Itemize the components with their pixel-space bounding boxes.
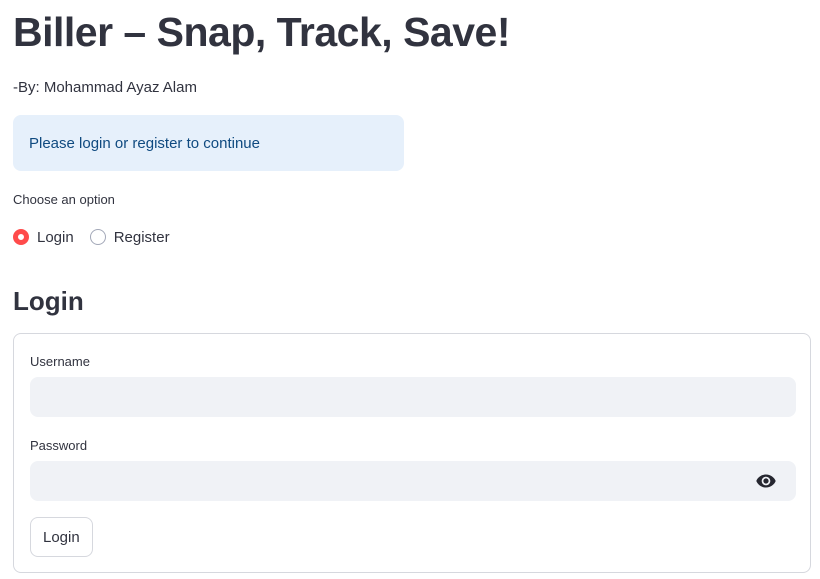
- author-byline: -By: Mohammad Ayaz Alam: [13, 79, 197, 96]
- auth-mode-label: Choose an option: [13, 192, 115, 207]
- info-alert-text: Please login or register to continue: [29, 134, 260, 152]
- radio-unselected-indicator[interactable]: [89, 229, 106, 245]
- login-submit-button[interactable]: Login: [30, 517, 93, 557]
- username-label: Username: [30, 354, 90, 369]
- auth-mode-radio-group: Login Register: [13, 226, 170, 248]
- login-form: Username Password Login: [13, 333, 811, 573]
- radio-option-register[interactable]: Register: [89, 228, 170, 246]
- password-input[interactable]: [30, 461, 796, 501]
- login-section-heading: Login: [13, 286, 84, 316]
- radio-option-login-label: Login: [37, 228, 74, 246]
- password-visibility-toggle[interactable]: [748, 461, 784, 501]
- eye-icon: [756, 474, 776, 488]
- username-input[interactable]: [30, 377, 796, 417]
- radio-option-login[interactable]: Login: [13, 229, 74, 246]
- radio-option-register-label: Register: [113, 228, 170, 246]
- radio-selected-indicator[interactable]: [13, 229, 29, 245]
- page-title: Biller – Snap, Track, Save!: [13, 9, 510, 55]
- info-alert: Please login or register to continue: [13, 115, 404, 171]
- password-label: Password: [30, 438, 88, 453]
